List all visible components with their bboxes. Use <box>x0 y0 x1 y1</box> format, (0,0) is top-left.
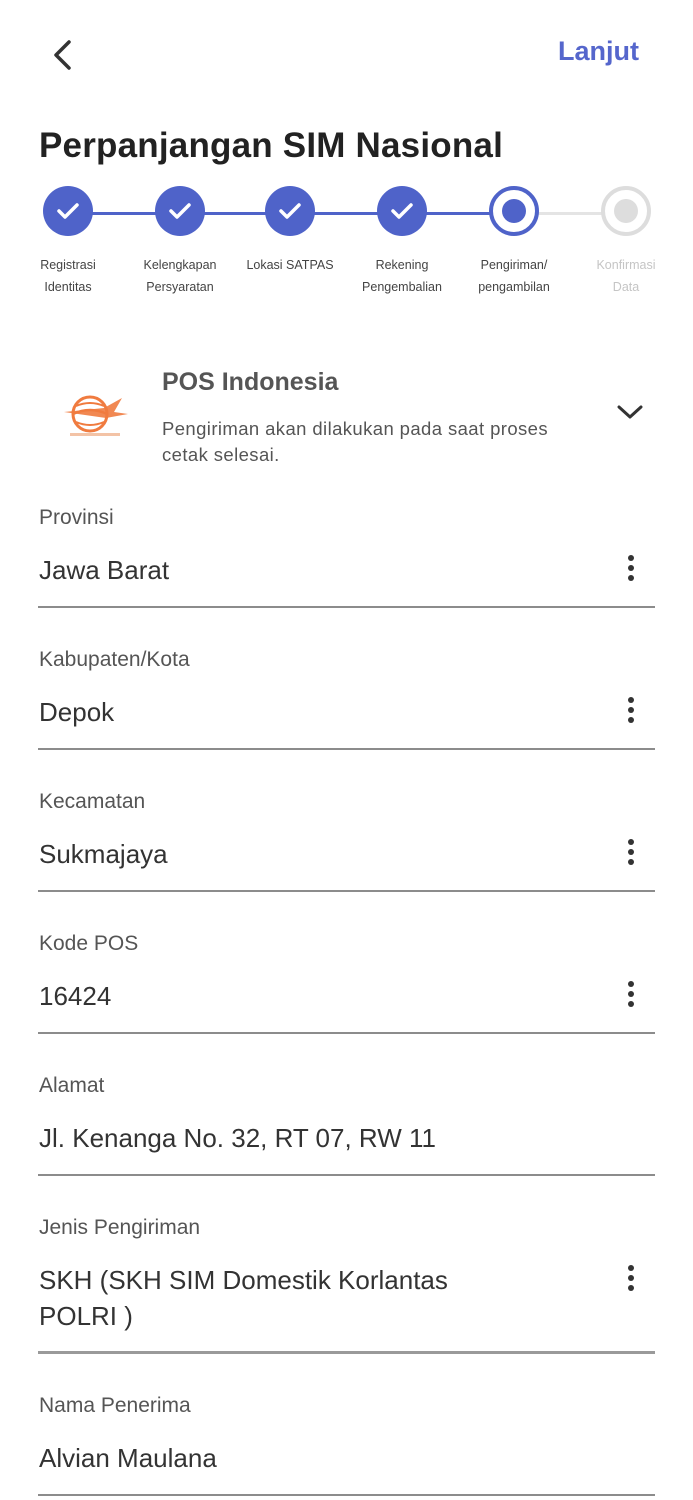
chevron-left-icon <box>54 40 71 70</box>
field-value: Jl. Kenanga No. 32, RT 07, RW 11 <box>39 1123 436 1153</box>
pos-indonesia-logo <box>58 384 138 454</box>
step-label: Rekening Pengembalian <box>362 258 442 294</box>
courier-name: POS Indonesia <box>162 368 339 396</box>
back-button[interactable] <box>38 30 88 80</box>
next-button[interactable]: Lanjut <box>558 36 639 67</box>
more-options-icon[interactable] <box>621 1258 641 1298</box>
nama-penerima-field[interactable]: Nama Penerima Alvian Maulana <box>38 1394 655 1496</box>
field-value: 16424 <box>39 981 112 1011</box>
step-kelengkapan-persyaratan: Kelengkapan Persyaratan <box>120 186 240 298</box>
kecamatan-field[interactable]: Kecamatan Sukmajaya <box>38 790 655 892</box>
step-label: Lokasi SATPAS <box>246 258 334 272</box>
field-label: Alamat <box>39 1074 105 1097</box>
expand-courier-button[interactable] <box>610 392 650 432</box>
step-current-dot <box>502 199 526 223</box>
check-icon <box>279 203 301 219</box>
step-rekening-pengembalian: Rekening Pengembalian <box>342 186 462 298</box>
jenis-pengiriman-field[interactable]: Jenis Pengiriman SKH (SKH SIM Domestik K… <box>38 1216 655 1354</box>
step-label: Konfirmasi Data <box>596 258 656 294</box>
chevron-down-icon <box>617 405 643 419</box>
more-options-icon[interactable] <box>621 832 641 872</box>
step-registrasi-identitas: Registrasi Identitas <box>8 186 128 298</box>
courier-description: Pengiriman akan dilakukan pada saat pros… <box>162 418 549 465</box>
field-value: Jawa Barat <box>39 555 170 585</box>
page-title: Perpanjangan SIM Nasional <box>39 126 503 165</box>
check-icon <box>169 203 191 219</box>
more-options-icon[interactable] <box>621 690 641 730</box>
step-done-circle <box>155 186 205 236</box>
step-pengiriman-pengambilan: Pengiriman/pengambilan <box>454 186 574 298</box>
field-label: Kecamatan <box>39 790 146 813</box>
provinsi-field[interactable]: Provinsi Jawa Barat <box>38 506 655 608</box>
more-options-icon[interactable] <box>621 548 641 588</box>
step-done-circle <box>265 186 315 236</box>
courier-selector[interactable]: POS Indonesia Pengiriman akan dilakukan … <box>38 356 658 476</box>
check-icon <box>57 203 79 219</box>
step-pending-dot <box>614 199 638 223</box>
field-value: Depok <box>39 697 115 727</box>
field-value: Sukmajaya <box>39 839 168 869</box>
check-icon <box>391 203 413 219</box>
kabupaten-kota-field[interactable]: Kabupaten/Kota Depok <box>38 648 655 750</box>
field-label: Kabupaten/Kota <box>39 648 190 671</box>
more-options-icon[interactable] <box>621 974 641 1014</box>
step-label: Kelengkapan Persyaratan <box>143 258 217 294</box>
step-konfirmasi-data: Konfirmasi Data <box>566 186 686 298</box>
kode-pos-field[interactable]: Kode POS 16424 <box>38 932 655 1034</box>
field-label: Nama Penerima <box>39 1394 191 1417</box>
step-current-circle <box>489 186 539 236</box>
progress-stepper: Registrasi Identitas Kelengkapan Persyarat… <box>0 186 693 306</box>
step-done-circle <box>43 186 93 236</box>
step-pending-circle <box>601 186 651 236</box>
step-lokasi-satpas: Lokasi SATPAS <box>230 186 350 276</box>
field-label: Provinsi <box>39 506 114 529</box>
field-value: SKH (SKH SIM Domestik Korlantas POLRI ) <box>39 1265 448 1331</box>
step-done-circle <box>377 186 427 236</box>
step-label: Pengiriman/pengambilan <box>478 258 550 294</box>
field-value: Alvian Maulana <box>39 1443 217 1473</box>
field-label: Kode POS <box>39 932 139 955</box>
top-bar: Lanjut <box>0 0 693 110</box>
step-label: Registrasi Identitas <box>40 258 96 294</box>
field-label: Jenis Pengiriman <box>39 1216 201 1239</box>
alamat-field[interactable]: Alamat Jl. Kenanga No. 32, RT 07, RW 11 <box>38 1074 655 1176</box>
